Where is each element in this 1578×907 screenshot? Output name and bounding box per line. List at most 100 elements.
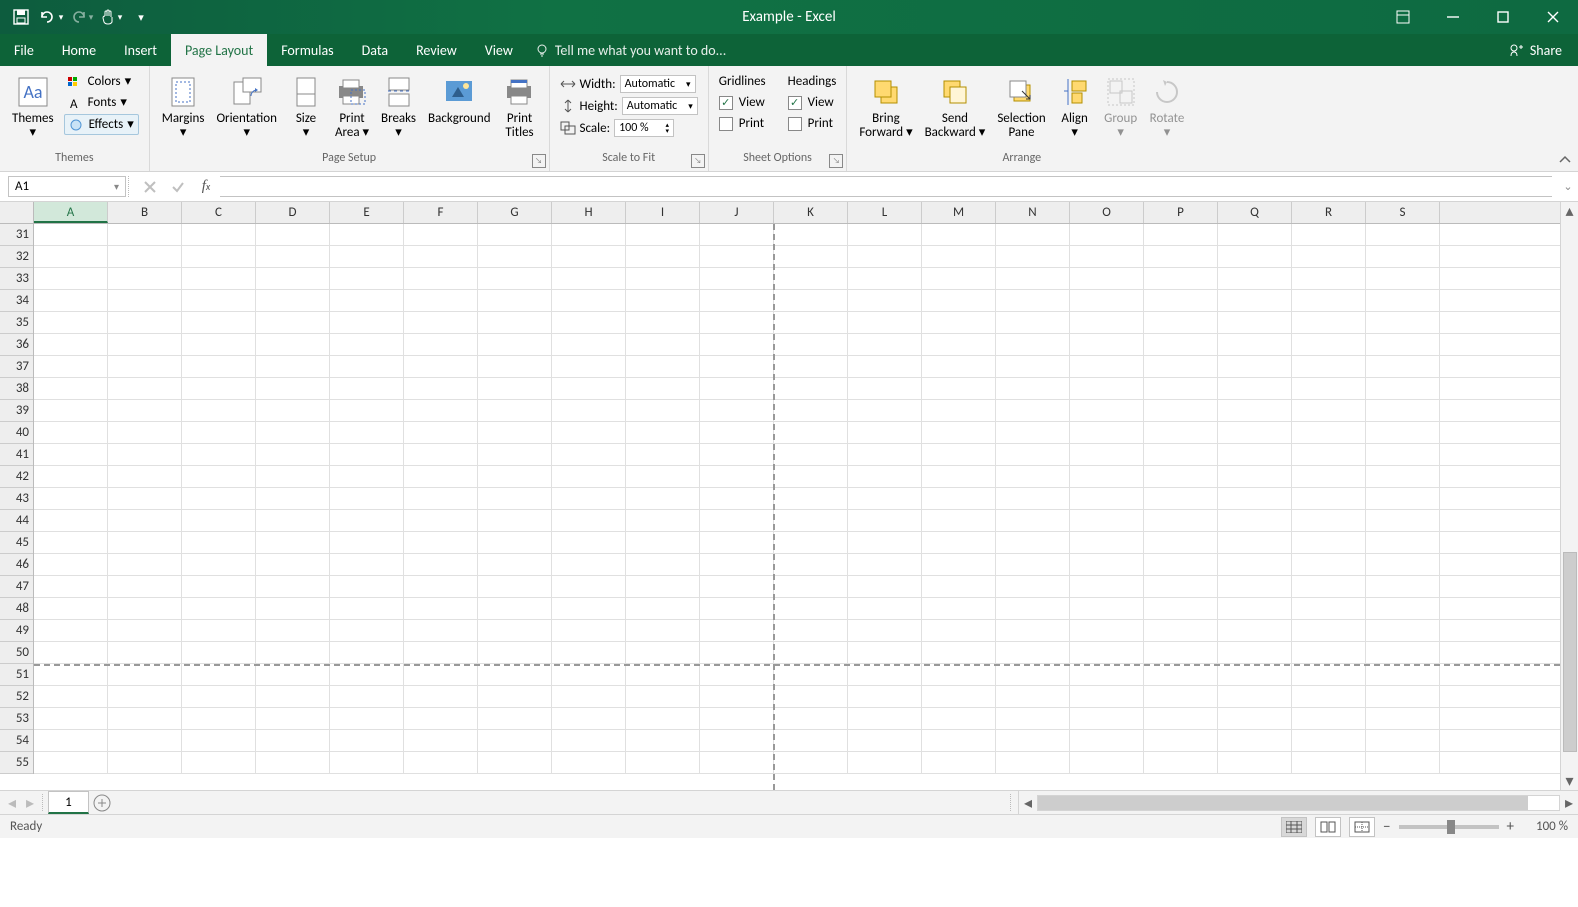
cell-K33[interactable] — [774, 268, 848, 290]
row-header-37[interactable]: 37 — [0, 356, 33, 378]
cell-P50[interactable] — [1144, 642, 1218, 664]
add-sheet-button[interactable] — [89, 791, 115, 814]
vertical-scroll-thumb[interactable] — [1563, 552, 1577, 752]
cell-G47[interactable] — [478, 576, 552, 598]
cell-G34[interactable] — [478, 290, 552, 312]
cell-R53[interactable] — [1292, 708, 1366, 730]
cell-G32[interactable] — [478, 246, 552, 268]
cell-C36[interactable] — [182, 334, 256, 356]
column-header-P[interactable]: P — [1144, 202, 1218, 223]
cell-E55[interactable] — [330, 752, 404, 774]
cell-A38[interactable] — [34, 378, 108, 400]
cell-L42[interactable] — [848, 466, 922, 488]
cell-M40[interactable] — [922, 422, 996, 444]
cell-C54[interactable] — [182, 730, 256, 752]
cell-S38[interactable] — [1366, 378, 1440, 400]
column-header-S[interactable]: S — [1366, 202, 1440, 223]
tell-me-search[interactable]: Tell me what you want to do... — [527, 34, 734, 66]
cell-J41[interactable] — [700, 444, 774, 466]
cell-C35[interactable] — [182, 312, 256, 334]
minimize-button[interactable] — [1428, 0, 1478, 34]
cell-S33[interactable] — [1366, 268, 1440, 290]
column-header-N[interactable]: N — [996, 202, 1070, 223]
cell-E38[interactable] — [330, 378, 404, 400]
cell-F36[interactable] — [404, 334, 478, 356]
cell-N50[interactable] — [996, 642, 1070, 664]
cell-G35[interactable] — [478, 312, 552, 334]
cell-N43[interactable] — [996, 488, 1070, 510]
cell-P34[interactable] — [1144, 290, 1218, 312]
cell-H51[interactable] — [552, 664, 626, 686]
cell-H37[interactable] — [552, 356, 626, 378]
cell-F39[interactable] — [404, 400, 478, 422]
cell-D54[interactable] — [256, 730, 330, 752]
cell-R50[interactable] — [1292, 642, 1366, 664]
size-button[interactable]: Size▾ — [283, 70, 329, 141]
cell-C40[interactable] — [182, 422, 256, 444]
cell-M37[interactable] — [922, 356, 996, 378]
row-header-44[interactable]: 44 — [0, 510, 33, 532]
cell-O31[interactable] — [1070, 224, 1144, 246]
cell-C55[interactable] — [182, 752, 256, 774]
row-header-38[interactable]: 38 — [0, 378, 33, 400]
row-header-43[interactable]: 43 — [0, 488, 33, 510]
cell-E51[interactable] — [330, 664, 404, 686]
cell-I45[interactable] — [626, 532, 700, 554]
cell-G50[interactable] — [478, 642, 552, 664]
cell-N31[interactable] — [996, 224, 1070, 246]
cell-Q31[interactable] — [1218, 224, 1292, 246]
cell-M49[interactable] — [922, 620, 996, 642]
tab-file[interactable]: File — [0, 34, 48, 66]
cell-L39[interactable] — [848, 400, 922, 422]
cell-J35[interactable] — [700, 312, 774, 334]
cell-N54[interactable] — [996, 730, 1070, 752]
send-backward-button[interactable]: Send Backward ▾ — [919, 70, 992, 141]
gridlines-view-checkbox[interactable]: ✓View — [719, 93, 766, 112]
ribbon-display-options-button[interactable] — [1378, 0, 1428, 34]
cell-L55[interactable] — [848, 752, 922, 774]
cell-N49[interactable] — [996, 620, 1070, 642]
cell-R46[interactable] — [1292, 554, 1366, 576]
cell-J55[interactable] — [700, 752, 774, 774]
cell-E47[interactable] — [330, 576, 404, 598]
row-header-49[interactable]: 49 — [0, 620, 33, 642]
group-button[interactable]: Group▾ — [1098, 70, 1144, 141]
background-button[interactable]: Background — [422, 70, 497, 126]
cell-B33[interactable] — [108, 268, 182, 290]
cell-R41[interactable] — [1292, 444, 1366, 466]
cell-R54[interactable] — [1292, 730, 1366, 752]
cell-N39[interactable] — [996, 400, 1070, 422]
cell-H48[interactable] — [552, 598, 626, 620]
cell-Q33[interactable] — [1218, 268, 1292, 290]
cell-L45[interactable] — [848, 532, 922, 554]
cell-H35[interactable] — [552, 312, 626, 334]
cell-A32[interactable] — [34, 246, 108, 268]
tab-home[interactable]: Home — [48, 34, 110, 66]
cell-O52[interactable] — [1070, 686, 1144, 708]
cell-J46[interactable] — [700, 554, 774, 576]
cell-B42[interactable] — [108, 466, 182, 488]
cell-D48[interactable] — [256, 598, 330, 620]
cell-N36[interactable] — [996, 334, 1070, 356]
cell-B51[interactable] — [108, 664, 182, 686]
cell-F54[interactable] — [404, 730, 478, 752]
cell-M34[interactable] — [922, 290, 996, 312]
column-header-E[interactable]: E — [330, 202, 404, 223]
row-header-55[interactable]: 55 — [0, 752, 33, 774]
cell-O38[interactable] — [1070, 378, 1144, 400]
cell-P49[interactable] — [1144, 620, 1218, 642]
cell-M52[interactable] — [922, 686, 996, 708]
cell-O49[interactable] — [1070, 620, 1144, 642]
cell-J50[interactable] — [700, 642, 774, 664]
cell-O37[interactable] — [1070, 356, 1144, 378]
cell-J34[interactable] — [700, 290, 774, 312]
cell-E42[interactable] — [330, 466, 404, 488]
cell-J43[interactable] — [700, 488, 774, 510]
insert-function-button[interactable]: fx — [192, 178, 220, 195]
cell-E37[interactable] — [330, 356, 404, 378]
tab-page-layout[interactable]: Page Layout — [171, 34, 267, 66]
cell-N37[interactable] — [996, 356, 1070, 378]
cell-P52[interactable] — [1144, 686, 1218, 708]
cell-E52[interactable] — [330, 686, 404, 708]
scroll-up-button[interactable]: ▴ — [1561, 202, 1578, 220]
